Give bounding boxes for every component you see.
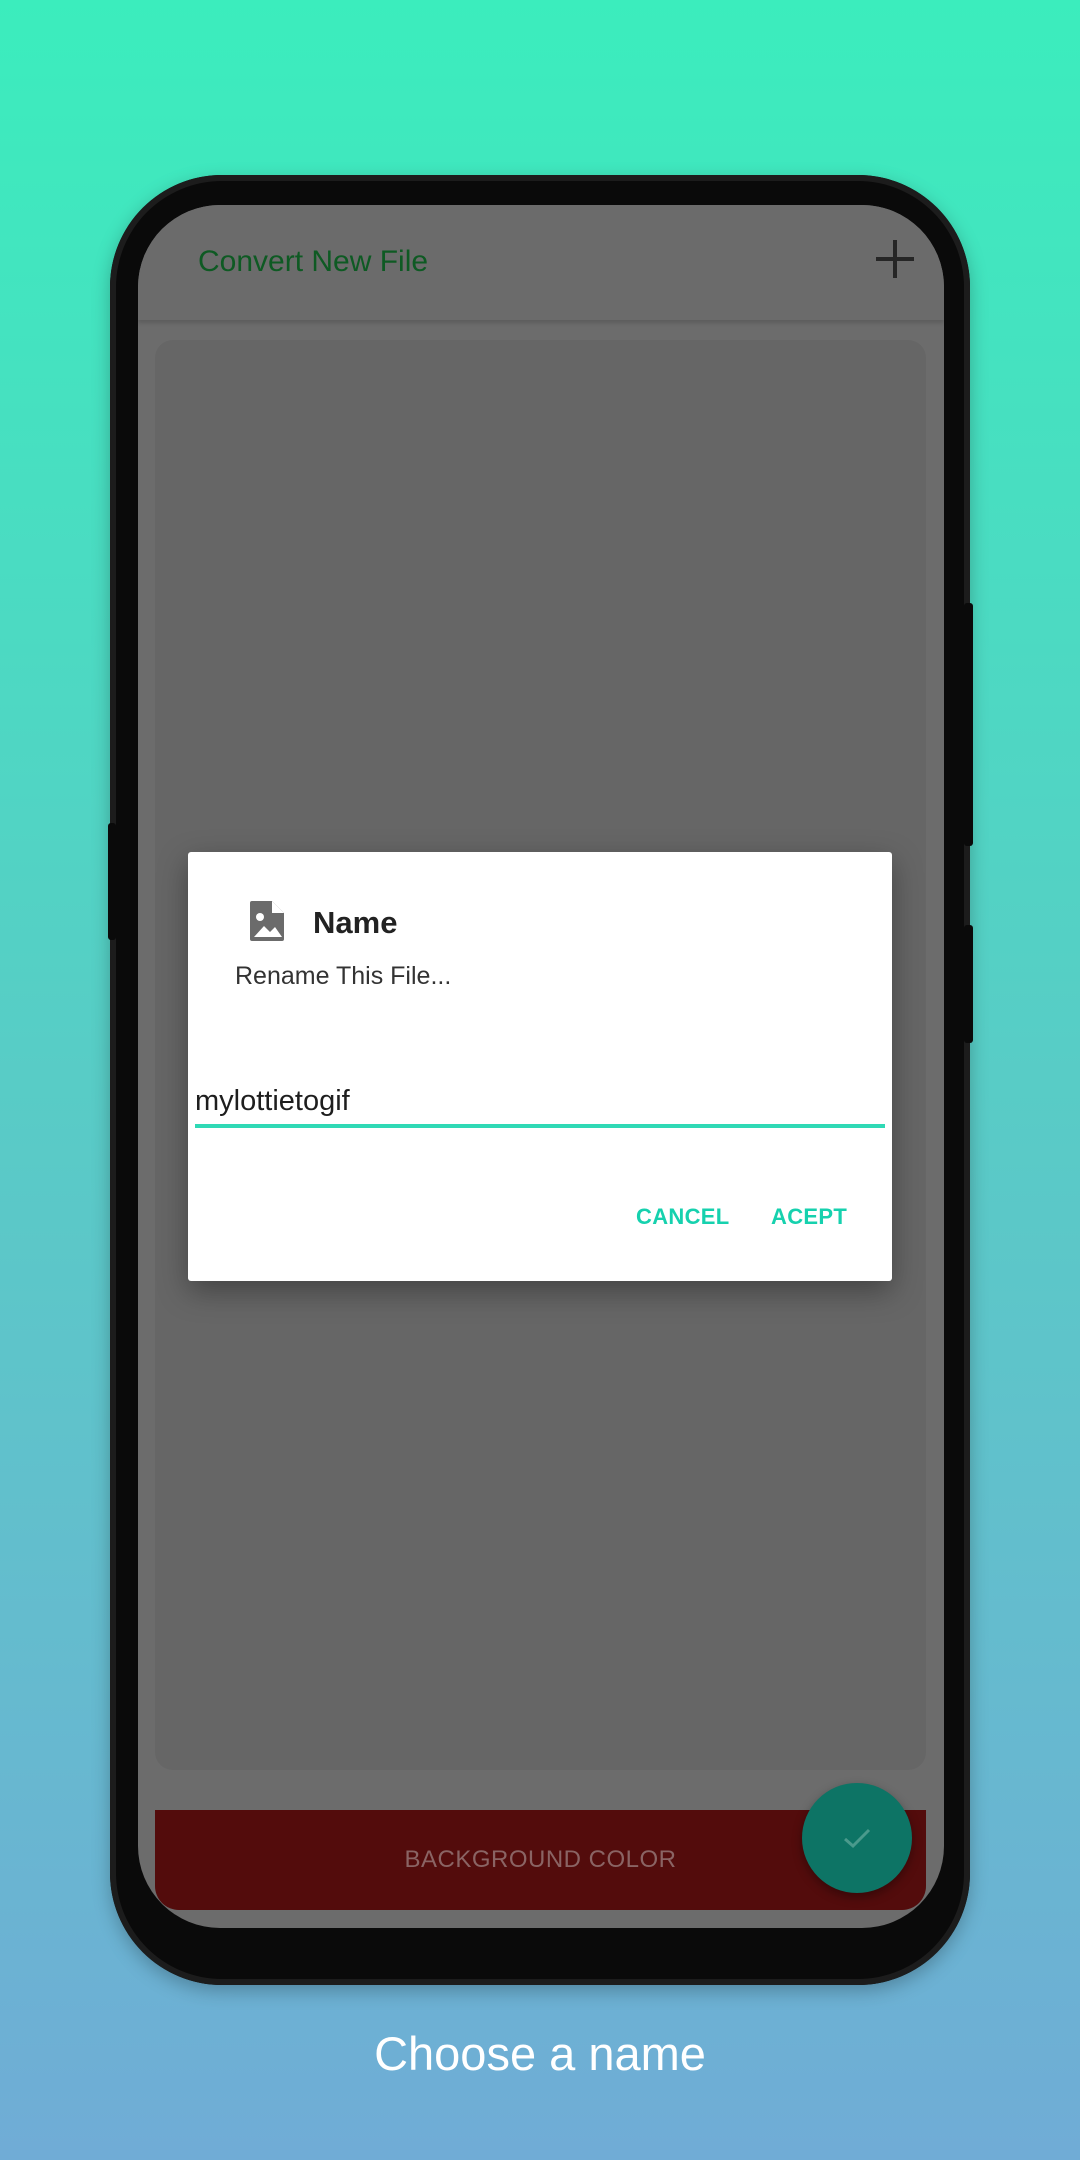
- cancel-button[interactable]: CANCEL: [636, 1204, 729, 1230]
- phone-volume-button: [964, 925, 973, 1043]
- phone-side-button: [108, 823, 116, 940]
- confirm-fab[interactable]: [802, 1783, 912, 1893]
- promo-caption: Choose a name: [374, 2027, 706, 2080]
- check-icon: [844, 1828, 871, 1849]
- dialog-title: Name: [313, 905, 398, 940]
- background-color-label: BACKGROUND COLOR: [404, 1846, 677, 1873]
- file-name-input[interactable]: [195, 1078, 885, 1128]
- page-title: Convert New File: [198, 245, 429, 278]
- accept-button[interactable]: ACEPT: [771, 1204, 847, 1230]
- image-file-icon: [250, 901, 284, 941]
- plus-icon[interactable]: [876, 240, 914, 278]
- dialog-message: Rename This File...: [235, 962, 452, 990]
- rename-dialog: Name Rename This File... CANCEL ACEPT: [188, 852, 892, 1281]
- phone-power-button: [964, 603, 973, 846]
- app-bar: Convert New File: [138, 205, 944, 320]
